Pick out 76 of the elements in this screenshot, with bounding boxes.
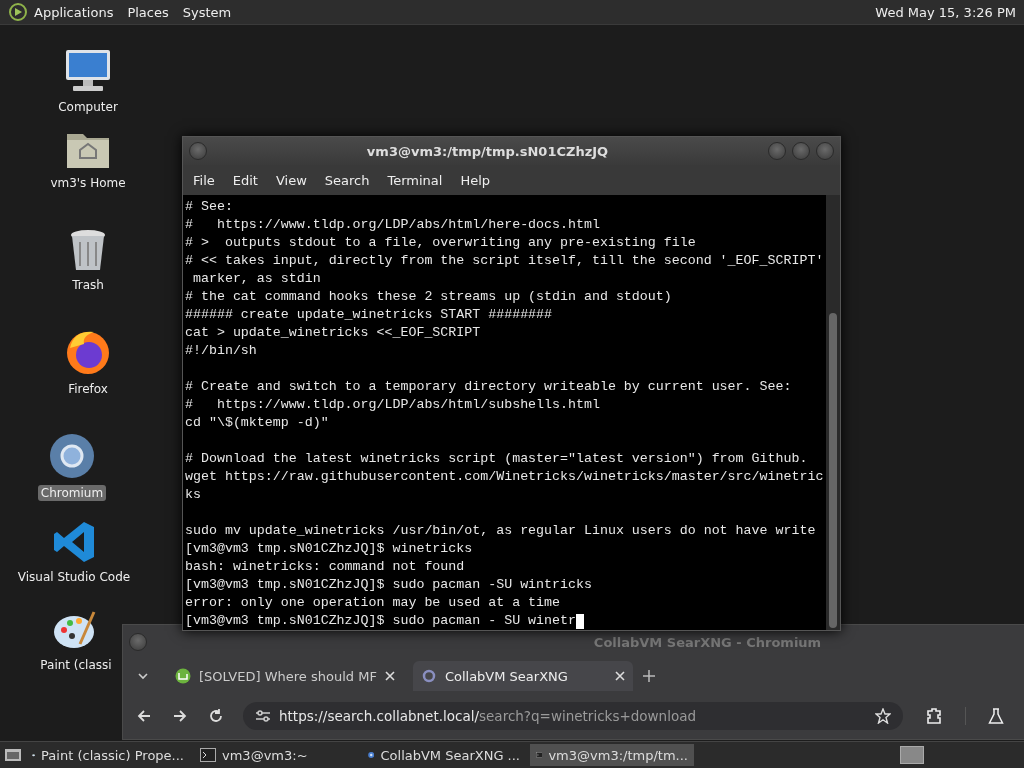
window-title: vm3@vm3:/tmp/tmp.sN01CZhzJQ bbox=[365, 143, 610, 159]
new-tab-icon[interactable] bbox=[642, 670, 655, 682]
window-button[interactable] bbox=[792, 142, 810, 160]
address-field[interactable]: https://search.collabnet.local/search?q=winetricks+download bbox=[243, 702, 903, 730]
forward-icon[interactable] bbox=[173, 709, 187, 723]
terminal-line: # https://www.tldp.org/LDP/abs/html/subshells.html bbox=[185, 396, 600, 414]
back-icon[interactable] bbox=[137, 709, 151, 723]
terminal-line: sudo mv update_winetricks /usr/bin/ot, as regular Linux users do not have write bbox=[185, 522, 816, 540]
window-button[interactable] bbox=[816, 142, 834, 160]
menu-item[interactable]: View bbox=[269, 172, 315, 188]
taskbar-button[interactable]: CollabVM SearXNG ... bbox=[362, 744, 526, 766]
terminal-line: cd "\$(mktemp -d)" bbox=[185, 414, 329, 432]
terminal-line: # > outputs stdout to a file, overwriting any pre-existing file bbox=[185, 234, 696, 252]
menu-item[interactable]: Terminal bbox=[381, 172, 451, 188]
terminal-line: # << takes input, directly from the script itself, till the second '_EOF_SCRIPT' bbox=[185, 252, 824, 270]
terminal-line: # Create and switch to a temporary directory writeable by current user. See: bbox=[185, 378, 792, 396]
site-icon bbox=[175, 668, 191, 684]
desktop-icon-label[interactable]: Paint (classi bbox=[37, 657, 115, 673]
window-button[interactable] bbox=[189, 142, 207, 160]
terminal-line: wget https://raw.githubusercontent.com/Winetricks/winetricks/master/src/winetric bbox=[185, 468, 824, 486]
terminal-line: error: only one operation may be used at a time bbox=[185, 594, 561, 612]
terminal-icon bbox=[200, 748, 216, 762]
taskbar-button[interactable]: vm3@vm3:~ bbox=[194, 744, 358, 766]
terminal-line: cat > update_winetricks <<_EOF_SCRIPT bbox=[185, 324, 481, 342]
close-icon[interactable] bbox=[614, 671, 625, 681]
terminal-line: ks bbox=[185, 486, 201, 504]
browser-tab[interactable]: CollabVM SearXNG bbox=[412, 661, 633, 691]
menu-logo-icon[interactable] bbox=[8, 2, 28, 22]
terminal-line: [vm3@vm3 tmp.sN01CZhzJQ]$ sudo pacman -SU wintricks bbox=[185, 576, 592, 594]
show-desktop-icon[interactable] bbox=[4, 747, 22, 763]
browser-tab[interactable]: [SOLVED] Where should MF bbox=[167, 661, 403, 691]
computer-icon[interactable] bbox=[63, 48, 113, 94]
menu-item[interactable]: Edit bbox=[226, 172, 266, 188]
panel-menu[interactable]: Places bbox=[127, 4, 169, 20]
code-editor-icon[interactable] bbox=[52, 520, 96, 564]
desktop-icon-label[interactable]: Firefox bbox=[65, 381, 111, 397]
flask-icon[interactable] bbox=[988, 708, 1004, 724]
trash-icon[interactable] bbox=[68, 228, 108, 272]
taskbar-button[interactable]: Paint (classic) Prope... bbox=[26, 744, 190, 766]
site-icon bbox=[420, 668, 437, 684]
caret-icon[interactable] bbox=[137, 672, 149, 680]
terminal-line: # Download the latest winetricks script (master="latest version") from Github. bbox=[185, 450, 808, 468]
site-settings-icon[interactable] bbox=[255, 709, 271, 723]
reload-icon[interactable] bbox=[209, 709, 223, 723]
terminal-line: ###### create update_winetricks START ######## bbox=[185, 306, 553, 324]
window-button[interactable] bbox=[768, 142, 786, 160]
terminal-line: # https://www.tldp.org/LDP/abs/html/here-docs.html bbox=[185, 216, 600, 234]
terminal-line: marker, as stdin bbox=[191, 270, 321, 288]
terminal-line: [vm3@vm3 tmp.sN01CZhzJQ]$ winetricks bbox=[185, 540, 473, 558]
window-title: CollabVM SearXNG - Chromium bbox=[592, 634, 823, 650]
url-text: https://search.collabnet.local/search?q=winetricks+download bbox=[279, 708, 698, 724]
menu-item[interactable]: File bbox=[187, 172, 223, 188]
desktop-icon-label[interactable]: Trash bbox=[69, 277, 107, 293]
desktop-icon-label[interactable]: Chromium bbox=[37, 485, 107, 501]
desktop-icon-label[interactable]: Visual Studio Code bbox=[14, 569, 134, 585]
scrollbar-thumb[interactable] bbox=[829, 313, 837, 628]
menu-item[interactable]: Search bbox=[318, 172, 378, 188]
desktop-icon-label[interactable]: Computer bbox=[55, 99, 121, 115]
taskbar-button[interactable]: vm3@vm3:/tmp/tm... bbox=[530, 744, 694, 766]
scrollbar[interactable] bbox=[826, 195, 840, 630]
extensions-icon[interactable] bbox=[925, 707, 943, 725]
workspace-switcher[interactable] bbox=[900, 746, 924, 764]
bookmark-star-icon[interactable] bbox=[875, 708, 891, 724]
chromium-icon[interactable] bbox=[48, 432, 96, 480]
window-button[interactable] bbox=[129, 633, 147, 651]
menu-item[interactable]: Help bbox=[454, 172, 499, 188]
panel-menu[interactable]: System bbox=[182, 4, 232, 20]
terminal-line: #!/bin/sh bbox=[185, 342, 257, 360]
clock[interactable]: Wed May 15, 3:26 PM bbox=[875, 4, 1016, 20]
terminal-line: [vm3@vm3 tmp.sN01CZhzJQ]$ sudo pacman - SU winetr bbox=[185, 612, 576, 630]
panel-menu[interactable]: Applications bbox=[34, 4, 114, 20]
close-icon[interactable] bbox=[384, 671, 395, 681]
terminal-line: # the cat command hooks these 2 streams up (stdin and stdout) bbox=[185, 288, 672, 306]
terminal-line: # See: bbox=[185, 198, 233, 216]
terminal-line: bash: winetricks: command not found bbox=[185, 558, 465, 576]
desktop-icon-label[interactable]: vm3's Home bbox=[47, 175, 129, 191]
